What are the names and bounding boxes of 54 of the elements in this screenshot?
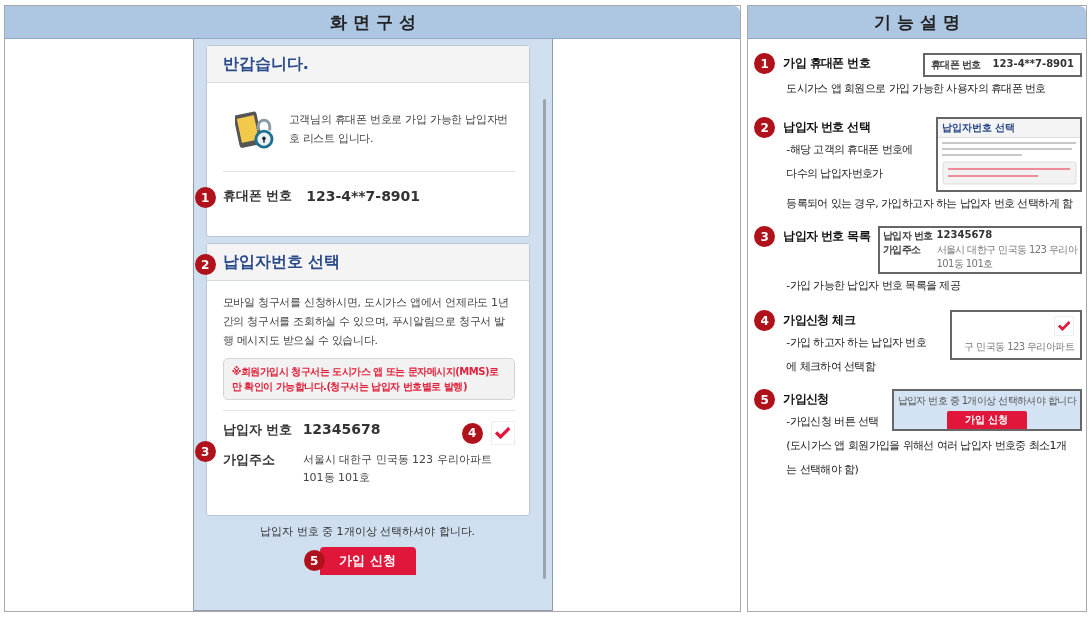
number-badge: 5: [303, 550, 325, 571]
card-title: 반갑습니다.: [206, 46, 529, 83]
number-badge: 4: [461, 422, 483, 444]
feature-description: 는 선택해야 함): [786, 462, 859, 478]
preview-value: 123-4**7-8901: [992, 58, 1074, 71]
address-label: 가입주소: [222, 451, 276, 469]
number-badge: 1: [194, 187, 216, 208]
feature-title: 가입신청: [783, 391, 829, 408]
feature-description: -가입 하고자 하는 납입자 번호: [786, 335, 927, 351]
phone-number: 123-4**7-8901: [306, 188, 421, 204]
preview-value: 12345678: [936, 229, 994, 242]
preview-value: 101동 101호: [936, 257, 994, 271]
preview-title: 납입자번호 선택: [938, 119, 1080, 138]
preview-note: 납입자 번호 중 1개이상 선택하셔야 합니다: [897, 394, 1076, 408]
panel-title: 화 면 구 성: [5, 6, 741, 39]
feature-description: 등록되어 있는 경우, 가입하고자 하는 납입자 번호 선택하게 함: [786, 196, 1073, 212]
number-badge: 2: [754, 117, 776, 138]
feature-title: 가입 휴대폰 번호: [783, 55, 871, 72]
preview-value: 서울시 대한구 민국동 123 우리아: [936, 243, 1077, 257]
feature-description: 다수의 납입자번호가: [786, 166, 883, 182]
number-badge: 2: [194, 254, 216, 275]
checkmark-icon: [1057, 321, 1071, 331]
submit-button[interactable]: 가입 신청: [319, 547, 416, 575]
number-badge: 1: [754, 53, 776, 74]
feature-description: -가입 가능한 납입자 번호 목록을 제공: [786, 278, 961, 294]
preview-label: 휴대폰 번호: [930, 58, 981, 72]
feature-description: (도시가스 앱 회원가입을 위해선 여러 납입자 번호중 최소1개: [786, 438, 1067, 454]
selection-note: 납입자 번호 중 1개이상 선택하셔야 합니다.: [259, 524, 477, 539]
checkmark-icon: [494, 426, 511, 440]
notice-text: ※회원가입시 청구서는 도시가스 앱 또는 문자메시지(MMS)로만 확인이 가능합니다.(청구서는 납입자 번호별로 발행): [222, 358, 515, 400]
feature-description: 도시가스 앱 회원으로 가입 가능한 사용자의 휴대폰 번호: [786, 81, 1046, 97]
preview-label: 가입주소: [882, 243, 922, 257]
checkbox[interactable]: [1054, 316, 1074, 336]
preview-submit-button[interactable]: 가입 신청: [947, 411, 1027, 429]
feature-description: -가입신청 버튼 선택: [786, 414, 879, 430]
feature-description: 에 체크하여 선택함: [786, 359, 876, 375]
feature-title: 가입신청 체크: [783, 312, 856, 329]
number-badge: 3: [754, 226, 776, 247]
preview-label: 납입자 번호: [882, 229, 933, 243]
address-text: 서울시 대한구 민국동 123 우리아파트 101동 101호: [302, 452, 493, 486]
checkbox[interactable]: [490, 421, 515, 445]
preview-value: 구 민국동 123 우리아파트: [964, 340, 1074, 354]
panel-title: 기 능 설 명: [748, 6, 1086, 39]
number-badge: 4: [754, 310, 776, 331]
intro-message: 고객님의 휴대폰 번호로 가입 가능한 납입자번호 리스트 입니다.: [288, 112, 509, 147]
payer-number: 12345678: [302, 421, 382, 437]
description-text: 모바일 청구서를 신청하시면, 도시가스 앱에서 언제라도 1년간의 청구서를 조회하실 수 있으며, 푸시알림으로 청구서 발행 메시지도 받으실 수 있습니다.: [222, 295, 510, 349]
phone-label: 휴대폰 번호: [222, 187, 293, 205]
feature-description: -해당 고객의 휴대폰 번호에: [786, 142, 913, 158]
number-badge: 5: [754, 389, 776, 410]
payer-number-label: 납입자 번호: [222, 421, 294, 439]
feature-title: 납입자 번호 목록: [783, 228, 871, 245]
feature-title: 납입자 번호 선택: [783, 119, 871, 136]
number-badge: 3: [194, 441, 216, 462]
